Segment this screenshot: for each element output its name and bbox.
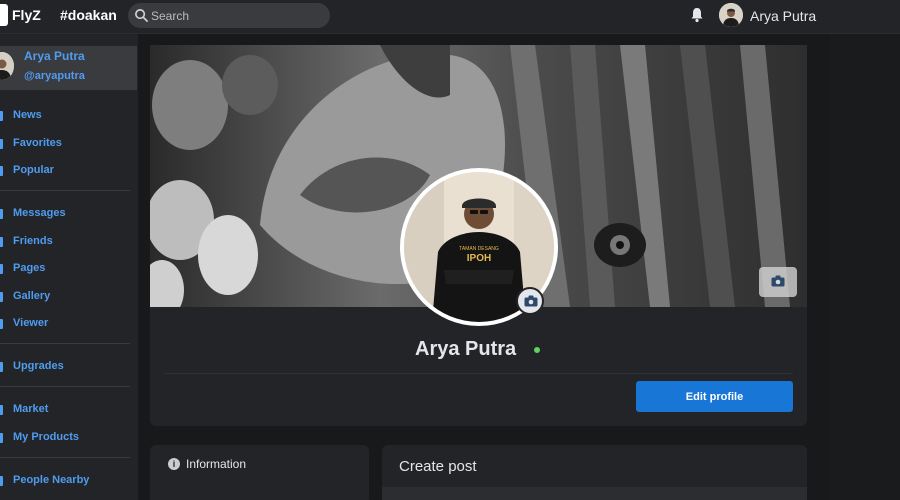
sidebar-divider [0,190,130,191]
fire-icon [0,166,3,176]
search-box[interactable] [128,3,330,28]
user-name[interactable]: Arya Putra [750,8,816,24]
sidebar-divider [0,457,130,458]
sidebar-divider [0,386,130,387]
sidebar-profile-card[interactable]: Arya Putra @aryaputra [0,46,137,90]
notification-bell-icon[interactable] [690,7,704,23]
star-icon [0,139,3,149]
online-status-indicator [532,345,542,355]
sidebar-item-popular[interactable]: Popular [0,162,130,180]
shirt-text-small: TAMAN DESANG [459,246,499,252]
info-icon: i [168,458,180,470]
news-icon [0,111,3,121]
camera-icon [771,275,785,287]
right-gutter [830,34,900,500]
change-cover-button[interactable] [759,267,797,297]
information-card: i Information [150,445,369,500]
eye-icon [0,319,3,329]
location-icon [0,476,3,486]
information-title: Information [186,457,247,471]
market-icon [0,405,3,415]
sidebar-item-upgrades[interactable]: Upgrades [0,358,130,376]
sidebar-item-my-products[interactable]: My Products [0,429,130,447]
sidebar-profile-handle: @aryaputra [24,70,85,82]
sidebar-item-news[interactable]: News [0,107,130,125]
sidebar-item-favorites[interactable]: Favorites [0,135,130,153]
create-post-card: Create post [382,445,807,500]
upgrade-icon [0,362,3,372]
shirt-text-main: IPOH [467,253,491,264]
hashtag-link[interactable]: #doakan [60,7,117,23]
search-icon [135,9,148,22]
create-post-input-area[interactable] [382,487,807,500]
pages-icon [0,264,3,274]
sidebar: Arya Putra @aryaputra News Favorites Pop… [0,34,138,500]
user-avatar[interactable] [719,3,743,27]
sidebar-item-people-nearby[interactable]: People Nearby [0,472,130,490]
app-name[interactable]: FlyZ [12,7,41,23]
sidebar-item-friends[interactable]: Friends [0,233,130,251]
sidebar-profile-name[interactable]: Arya Putra [24,49,85,63]
gallery-icon [0,292,3,302]
app-logo-icon[interactable] [0,4,8,26]
sidebar-item-market[interactable]: Market [0,401,130,419]
sidebar-divider [0,343,130,344]
message-icon [0,209,3,219]
profile-header-card: TAMAN DESANG IPOH Arya Putra Edit profil… [150,45,807,426]
search-input[interactable] [151,7,321,24]
products-icon [0,433,3,443]
change-photo-button[interactable] [516,287,544,315]
friends-icon [0,237,3,247]
camera-icon [524,295,538,307]
sidebar-item-gallery[interactable]: Gallery [0,288,130,306]
top-bar: FlyZ #doakan Arya Putra [0,0,900,34]
create-post-title: Create post [399,458,477,475]
profile-name: Arya Putra [415,338,517,360]
profile-divider [164,373,793,374]
sidebar-item-messages[interactable]: Messages [0,205,130,223]
sidebar-item-pages[interactable]: Pages [0,260,130,278]
sidebar-item-viewer[interactable]: Viewer [0,315,130,333]
sidebar-avatar [0,52,14,80]
edit-profile-button[interactable]: Edit profile [636,381,793,412]
